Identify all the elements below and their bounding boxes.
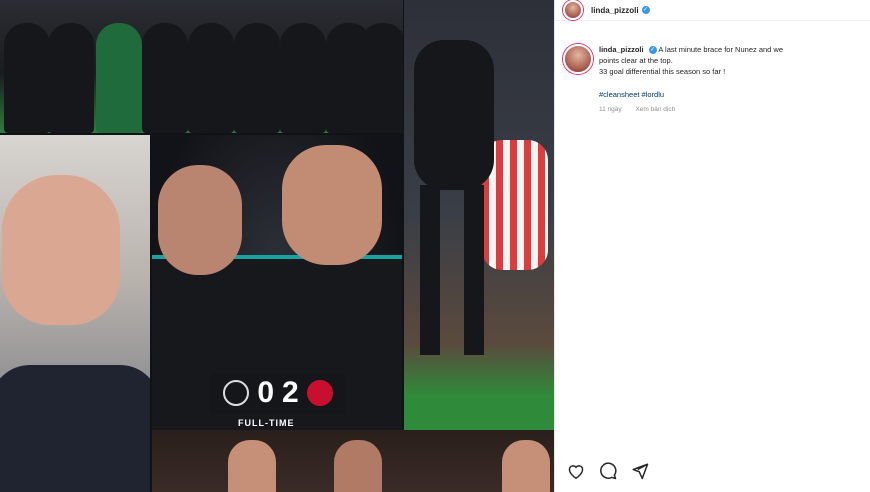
comment-icon[interactable] [599,462,617,480]
verified-badge-icon: ✓ [648,46,657,55]
caption-line-1: A last minute brace for Nunez and we [658,45,784,54]
caption-line-2: points clear at the top. [599,56,673,65]
avatar[interactable] [563,0,583,20]
caption-text: linda_pizzoli ✓ A last minute brace for … [599,44,865,115]
see-translation-link[interactable]: Xem bản dịch [635,106,675,113]
brentford-crest-icon [223,380,250,406]
post-actions [567,462,649,480]
caption-line-3: 33 goal differential this season so far … [599,67,726,76]
caption-username[interactable]: linda_pizzoli [599,45,644,54]
away-score: 2 [282,376,299,409]
caption-meta: 11 ngày Xem bản dịch [599,104,865,115]
team-huddle-photo [0,0,403,133]
header-challenge-photo [404,0,554,430]
instagram-post-view: 0 2 FULL-TIME linda_pizzoli ✓ linda_pizz… [0,0,870,492]
heart-icon[interactable] [567,463,585,479]
bottom-players-photo [152,430,554,492]
share-icon[interactable] [631,462,649,480]
scoreboard: 0 2 [210,373,346,413]
home-score: 0 [257,376,274,409]
header-username[interactable]: linda_pizzoli [591,6,639,15]
hashtags-link[interactable]: #cleansheet #lordlu [599,89,865,100]
manager-photo [0,135,150,492]
timestamp: 11 ngày [599,106,622,113]
caption-comment: linda_pizzoli ✓ A last minute brace for … [563,44,865,115]
post-image-collage[interactable]: 0 2 FULL-TIME [0,0,554,492]
verified-badge-icon: ✓ [641,6,650,14]
post-header: linda_pizzoli ✓ [555,0,870,21]
comment-avatar[interactable] [563,44,593,74]
post-side-panel: linda_pizzoli ✓ linda_pizzoli ✓ A last m… [554,0,870,492]
full-time-label: FULL-TIME [238,418,295,428]
liverpool-crest-icon [306,380,333,406]
